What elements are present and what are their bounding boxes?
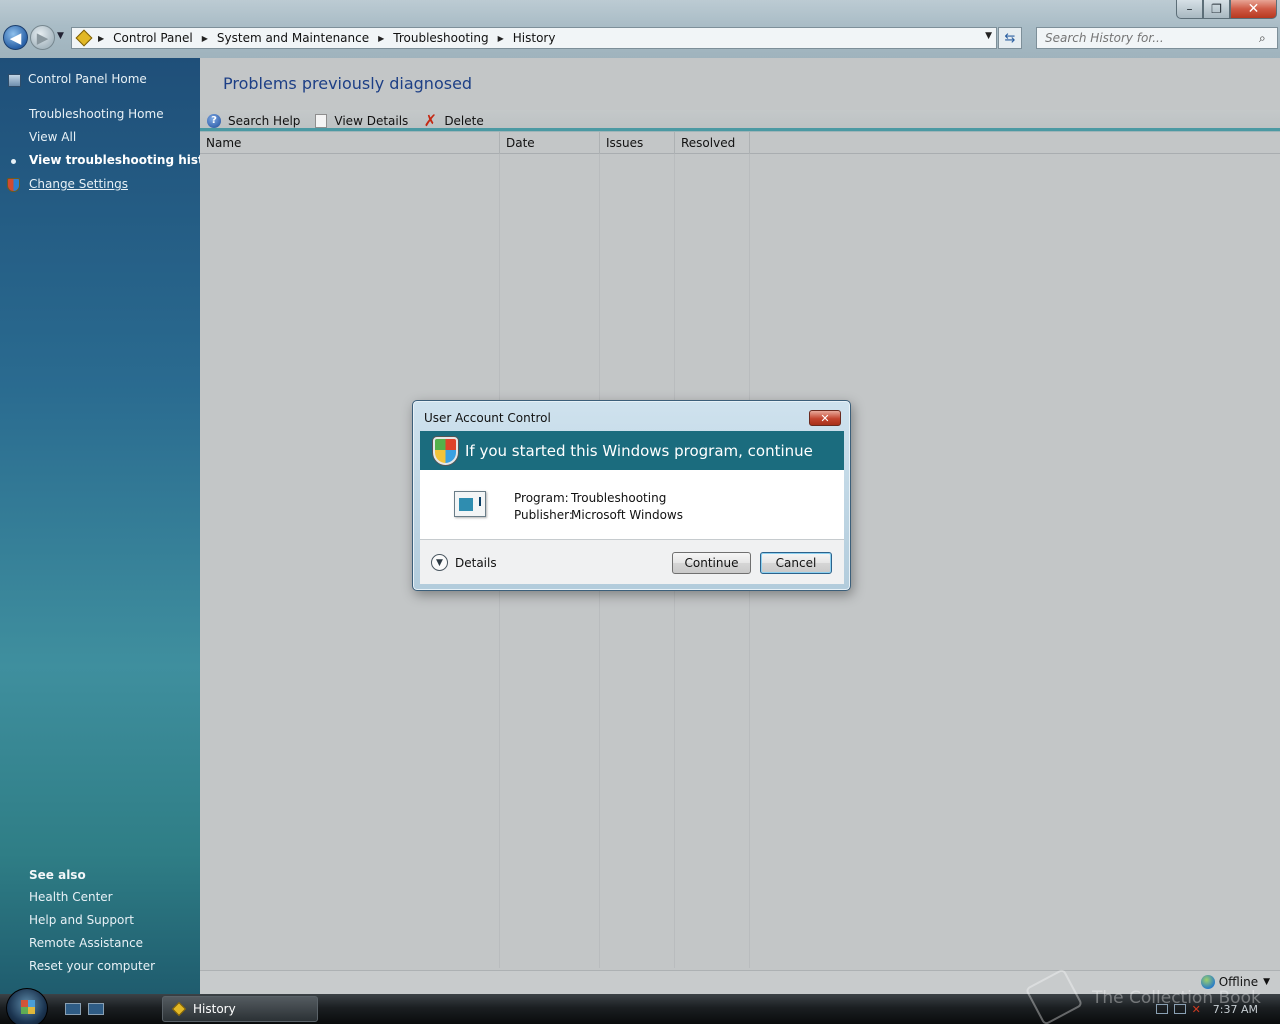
search-icon[interactable]: ⌕ [1259, 31, 1277, 46]
view-details-button[interactable]: View Details [315, 113, 409, 128]
breadcrumb-troubleshooting[interactable]: Troubleshooting ▶ [393, 31, 512, 45]
uac-dialog: User Account Control ✕ If you started th… [412, 400, 851, 591]
refresh-icon[interactable]: ⇆ [998, 27, 1022, 49]
document-icon [315, 113, 328, 128]
breadcrumb-control-panel[interactable]: Control Panel ▶ [113, 31, 217, 45]
globe-icon [1200, 975, 1215, 989]
taskbar-item-label: History [193, 1002, 236, 1016]
breadcrumb-system-and-maintenance[interactable]: System and Maintenance ▶ [217, 31, 393, 45]
address-bar[interactable]: ▶ Control Panel ▶ System and Maintenance… [71, 27, 997, 49]
delete-button[interactable]: ✗ Delete [423, 111, 484, 130]
publisher-label: Publisher: [514, 508, 573, 522]
dialog-heading: If you started this Windows program, con… [465, 441, 813, 460]
delete-x-icon: ✗ [423, 111, 438, 130]
column-header-name[interactable]: Name [200, 132, 500, 154]
breadcrumb-label: System and Maintenance [216, 31, 370, 45]
dialog-body: Program: Troubleshooting Publisher:Micros… [420, 470, 844, 539]
command-toolbar: ? Search Help View Details ✗ Delete [200, 110, 1280, 132]
back-arrow-icon[interactable]: ◀ [3, 25, 28, 50]
troubleshooting-home-link[interactable]: Troubleshooting Home [29, 107, 164, 121]
view-details-label: View Details [334, 113, 409, 128]
remote-assistance-link[interactable]: Remote Assistance [29, 936, 143, 950]
dialog-close-button[interactable]: ✕ [809, 410, 841, 426]
offline-status-button[interactable]: Offline ▼ [1200, 975, 1270, 989]
maximize-button[interactable]: ❐ [1203, 0, 1230, 19]
window-controls: – ❐ ✕ [1176, 0, 1277, 19]
breadcrumb-label: History [512, 31, 556, 45]
dialog-title: User Account Control [424, 411, 551, 425]
dialog-footer: ▼ Details Continue Cancel [420, 539, 844, 584]
breadcrumb-label: Control Panel [113, 31, 193, 45]
current-page-bullet-icon [11, 159, 16, 164]
address-dropdown-icon[interactable]: ▼ [985, 31, 992, 41]
details-label: Details [455, 555, 497, 570]
window-titlebar: – ❐ ✕ ◀ ▶ ▼ ▶ Control Panel ▶ System and… [0, 0, 1280, 58]
task-pane: Control Panel Home Troubleshooting Home … [0, 58, 226, 994]
column-header-date[interactable]: Date [500, 132, 600, 154]
chevron-down-icon: ▼ [1263, 977, 1270, 987]
search-help-label: Search Help [228, 113, 301, 128]
uac-shield-icon [7, 178, 20, 192]
health-center-link[interactable]: Health Center [29, 890, 113, 904]
breadcrumb-label: Troubleshooting [393, 31, 489, 45]
see-also-heading: See also [29, 868, 86, 882]
minimize-button[interactable]: – [1176, 0, 1203, 19]
start-button[interactable] [6, 988, 48, 1024]
help-and-support-link[interactable]: Help and Support [29, 913, 134, 927]
control-panel-home-icon [8, 74, 21, 87]
control-panel-icon [171, 1001, 187, 1017]
continue-button[interactable]: Continue [672, 552, 751, 574]
reset-your-computer-link[interactable]: Reset your computer [29, 959, 155, 973]
forward-arrow-icon[interactable]: ▶ [30, 25, 55, 50]
watermark-text: The Collection Book [1092, 988, 1261, 1008]
publisher-value: Microsoft Windows [571, 508, 683, 522]
column-header-resolved[interactable]: Resolved [675, 132, 750, 154]
chevron-down-icon: ▼ [431, 554, 448, 571]
delete-label: Delete [444, 113, 484, 128]
column-header-issues[interactable]: Issues [600, 132, 675, 154]
program-info: Program: Troubleshooting Publisher:Micros… [514, 490, 683, 524]
help-icon: ? [207, 113, 221, 128]
details-expander[interactable]: ▼ Details [431, 554, 497, 571]
page-title: Problems previously diagnosed [223, 74, 473, 93]
taskbar-item-history[interactable]: History [162, 996, 318, 1022]
switch-windows-icon[interactable] [88, 1003, 104, 1015]
program-value: Troubleshooting [571, 491, 667, 505]
offline-label: Offline [1218, 975, 1259, 989]
search-input[interactable] [1037, 31, 1259, 45]
uac-shield-icon [433, 436, 458, 465]
view-troubleshooting-history-link[interactable]: View troubleshooting history [29, 153, 226, 167]
change-settings-link[interactable]: Change Settings [29, 177, 128, 191]
dialog-banner: If you started this Windows program, con… [420, 431, 844, 470]
search-help-button[interactable]: ? Search Help [207, 113, 301, 128]
view-all-link[interactable]: View All [29, 130, 76, 144]
search-box[interactable]: ⌕ [1036, 27, 1278, 49]
program-label: Program: [514, 491, 569, 505]
close-button[interactable]: ✕ [1230, 0, 1277, 19]
breadcrumb-history[interactable]: History [513, 31, 556, 45]
control-panel-home-link[interactable]: Control Panel Home [28, 72, 147, 86]
breadcrumb-separator-root[interactable]: ▶ [98, 34, 113, 43]
cancel-button[interactable]: Cancel [760, 552, 832, 574]
windows-logo-icon [21, 1000, 35, 1014]
taskbar: History ✕ 7:37 AM [0, 988, 1280, 1024]
recent-pages-chevron-icon[interactable]: ▼ [57, 31, 64, 41]
show-desktop-icon[interactable] [65, 1003, 81, 1015]
program-icon [454, 491, 486, 517]
column-headers: Name Date Issues Resolved [200, 132, 1280, 154]
control-panel-icon [75, 29, 93, 47]
